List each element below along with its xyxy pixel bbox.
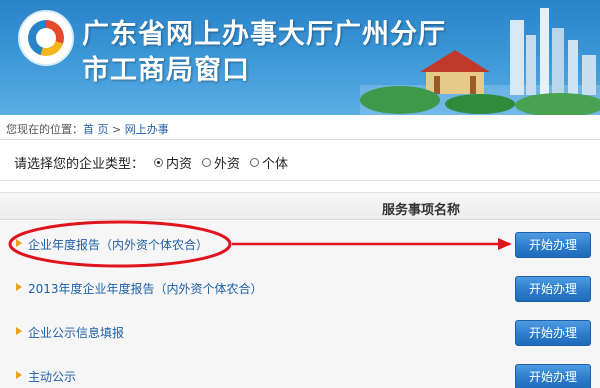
enterprise-type-selector: 请选择您的企业类型： 内资 外资 个体: [14, 153, 288, 172]
service-link-disclosure-filing[interactable]: 企业公示信息填报: [28, 324, 124, 341]
divider: [0, 180, 600, 181]
bullet-arrow-icon: [16, 239, 22, 247]
breadcrumb-home-link[interactable]: 首 页: [83, 123, 109, 136]
radio-unchecked-icon[interactable]: [202, 158, 212, 167]
bullet-arrow-icon: [16, 371, 22, 379]
service-link-2013-annual-report[interactable]: 2013年度企业年度报告（内外资个体农合）: [28, 280, 263, 297]
start-button-2013-annual-report[interactable]: 开始办理: [515, 276, 591, 302]
service-row: 2013年度企业年度报告（内外资个体农合） 开始办理: [0, 265, 600, 313]
service-row: 企业公示信息填报 开始办理: [0, 309, 600, 357]
radio-domestic-label: 内资: [166, 157, 193, 172]
start-button-annual-report[interactable]: 开始办理: [515, 232, 591, 258]
breadcrumb: 您现在的位置：首 页 > 网上办事: [6, 121, 169, 137]
site-subtitle: 市工商局窗口: [82, 55, 250, 86]
site-logo: [18, 10, 74, 66]
city-skyline-illustration: [360, 8, 600, 115]
service-link-annual-report[interactable]: 企业年度报告（内外资个体农合）: [28, 236, 208, 253]
divider: [0, 139, 600, 140]
radio-individual-label: 个体: [262, 157, 289, 172]
bullet-arrow-icon: [16, 283, 22, 291]
services-table-header: 服务事项名称: [0, 192, 600, 220]
radio-foreign[interactable]: 外资: [202, 153, 240, 172]
radio-individual[interactable]: 个体: [250, 153, 288, 172]
bullet-arrow-icon: [16, 327, 22, 335]
radio-checked-icon[interactable]: [154, 158, 164, 167]
service-link-proactive-disclosure[interactable]: 主动公示: [28, 368, 76, 385]
service-name-column-header: 服务事项名称: [382, 203, 461, 218]
start-button-disclosure-filing[interactable]: 开始办理: [515, 320, 591, 346]
breadcrumb-separator: >: [108, 123, 125, 136]
radio-foreign-label: 外资: [214, 157, 241, 172]
radio-domestic[interactable]: 内资: [154, 153, 192, 172]
radio-unchecked-icon[interactable]: [250, 158, 260, 167]
enterprise-type-label: 请选择您的企业类型：: [14, 157, 145, 172]
service-row: 主动公示 开始办理: [0, 353, 600, 388]
header-banner: 广东省网上办事大厅广州分厅 市工商局窗口: [0, 0, 600, 115]
breadcrumb-current-link[interactable]: 网上办事: [125, 123, 169, 136]
service-row: 企业年度报告（内外资个体农合） 开始办理: [0, 221, 600, 269]
start-button-proactive-disclosure[interactable]: 开始办理: [515, 364, 591, 388]
breadcrumb-prefix: 您现在的位置：: [6, 123, 83, 136]
logo-emblem-icon: [28, 20, 64, 56]
